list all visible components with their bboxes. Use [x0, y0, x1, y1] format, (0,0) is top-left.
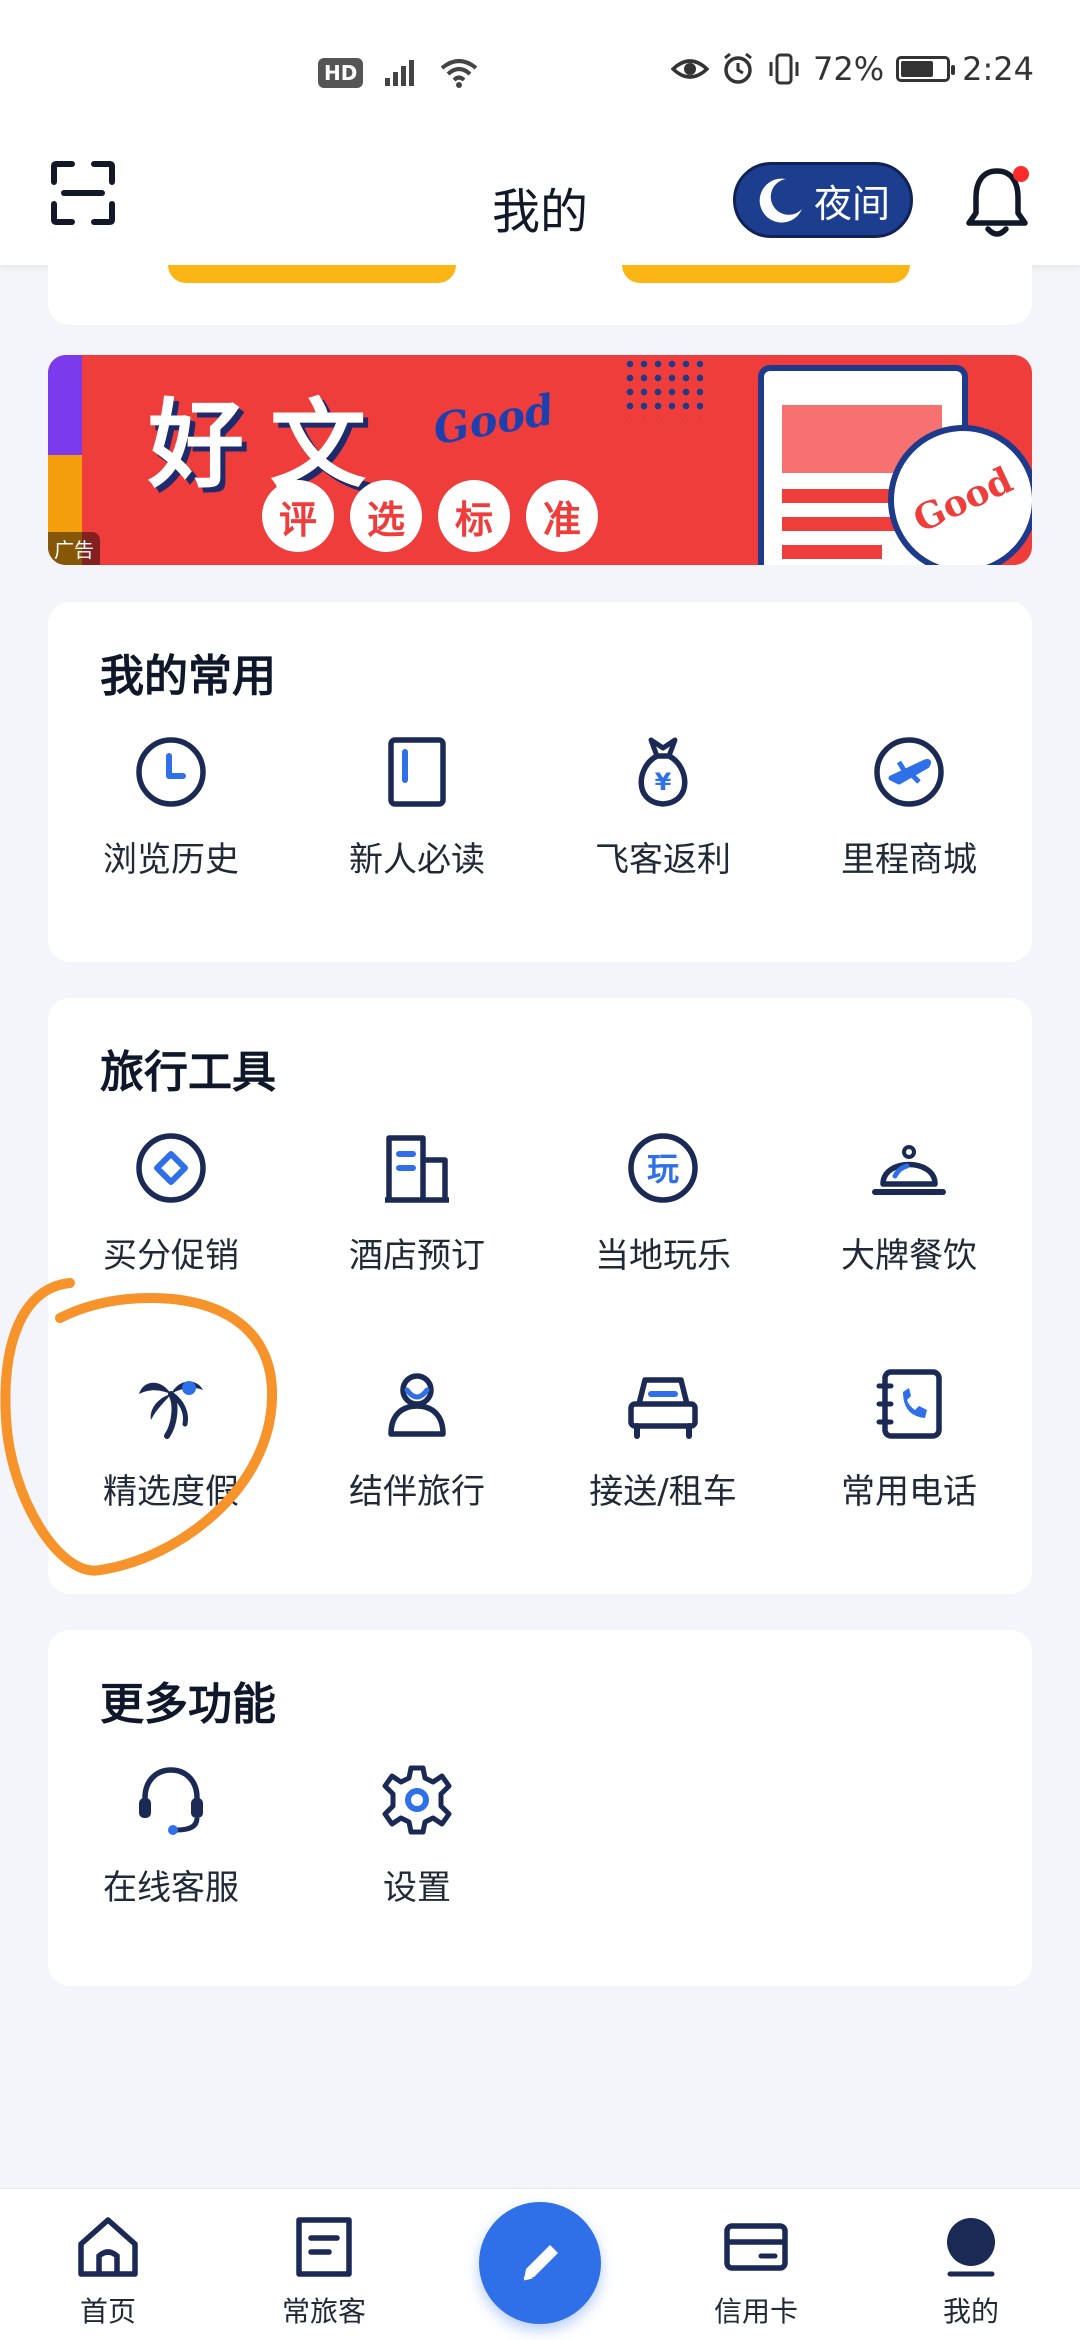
- grid-item-settings[interactable]: 设置: [294, 1760, 540, 1909]
- plane-icon: [874, 737, 944, 807]
- grid-item-rebate[interactable]: ¥ 飞客返利: [540, 732, 786, 881]
- palm-tree-icon: [139, 1381, 203, 1439]
- grid-item-label: 接送/租车: [589, 1472, 737, 1512]
- moon-icon: [759, 178, 802, 223]
- banner-chip: 选: [350, 480, 422, 552]
- svg-text:¥: ¥: [655, 768, 672, 796]
- banner-good-text: Good: [429, 384, 558, 455]
- companions-icon: [388, 1373, 446, 1437]
- credit-card-icon: [724, 2223, 788, 2271]
- grid-item-buy-points[interactable]: 买分促销: [48, 1128, 294, 1277]
- banner-chip: 评: [262, 480, 334, 552]
- common-functions-card: 我的常用 浏览历史 新人必读 ¥ 飞客返利 里程商城: [48, 602, 1032, 962]
- grid-item-label: 大牌餐饮: [841, 1236, 977, 1276]
- travel-tools-card: 旅行工具 买分促销 酒店预订 玩 当地玩乐 大牌餐饮 精选度假 结伴旅行 接送/…: [48, 998, 1032, 1594]
- play-icon: 玩: [628, 1133, 698, 1203]
- hotel-icon: [385, 1135, 449, 1203]
- grid-item-label: 酒店预订: [349, 1236, 485, 1276]
- more-functions-title: 更多功能: [100, 1679, 276, 1730]
- grid-item-mileage-mall[interactable]: 里程商城: [786, 732, 1032, 881]
- top-card-button-left[interactable]: [168, 265, 456, 283]
- grid-item-transfer-car-rental[interactable]: 接送/租车: [540, 1364, 786, 1513]
- banner-chip: 准: [526, 480, 598, 552]
- diamond-icon: [136, 1133, 206, 1203]
- notification-dot: [1013, 166, 1029, 182]
- headset-icon: [139, 1767, 203, 1835]
- alarm-icon: [724, 52, 752, 84]
- grid-item-label: 买分促销: [103, 1236, 239, 1276]
- grid-item-label: 当地玩乐: [595, 1236, 731, 1276]
- grid-item-local-fun[interactable]: 玩 当地玩乐: [540, 1128, 786, 1277]
- battery-percent: 72%: [813, 50, 885, 88]
- home-icon: [78, 2217, 138, 2277]
- gear-icon: [382, 1765, 452, 1835]
- common-functions-title: 我的常用: [100, 651, 276, 702]
- signal-icon: [385, 60, 415, 86]
- hd-badge: HD: [318, 58, 364, 88]
- grid-item-online-service[interactable]: 在线客服: [48, 1760, 294, 1909]
- ad-tag: 广告: [48, 532, 100, 565]
- night-mode-button[interactable]: 夜间: [733, 162, 913, 238]
- wifi-icon: [441, 59, 478, 88]
- promo-banner[interactable]: 好文 Good 评 选 标 准 Good 广告: [48, 355, 1032, 565]
- eye-icon: [671, 59, 710, 79]
- travel-tools-title: 旅行工具: [100, 1047, 276, 1098]
- compose-post-button[interactable]: [479, 2202, 601, 2324]
- grid-item-label: 浏览历史: [103, 840, 239, 880]
- clock-time: 2:24: [962, 50, 1034, 88]
- nav-label: 首页: [79, 2295, 136, 2328]
- vibrate-icon: [769, 53, 799, 85]
- grid-item-dining[interactable]: 大牌餐饮: [786, 1128, 1032, 1277]
- phone-book-icon: [876, 1369, 942, 1439]
- grid-item-label: 常用电话: [841, 1472, 977, 1512]
- night-mode-label: 夜间: [813, 181, 890, 226]
- grid-item-label: 结伴旅行: [349, 1472, 485, 1512]
- profile-icon: [947, 2218, 995, 2277]
- grid-item-companion-travel[interactable]: 结伴旅行: [294, 1364, 540, 1513]
- nav-label: 信用卡: [713, 2295, 798, 2328]
- page-title: 我的: [491, 184, 588, 240]
- grid-item-label: 在线客服: [103, 1868, 239, 1908]
- top-card-button-right[interactable]: [622, 265, 910, 283]
- grid-item-vacation[interactable]: 精选度假: [48, 1364, 294, 1513]
- grid-item-browse-history[interactable]: 浏览历史: [48, 732, 294, 881]
- car-icon: [628, 1377, 698, 1439]
- grid-item-common-phones[interactable]: 常用电话: [786, 1364, 1032, 1513]
- nav-label: 常旅客: [281, 2295, 366, 2328]
- banner-dots-decoration: [623, 357, 703, 417]
- banner-chip: 标: [438, 480, 510, 552]
- notification-button[interactable]: [962, 163, 1032, 239]
- grid-item-label: 设置: [383, 1868, 451, 1908]
- pen-icon: [523, 2245, 558, 2281]
- nav-frequent-flyer[interactable]: 常旅客: [249, 2212, 399, 2330]
- grid-item-label: 新人必读: [349, 840, 485, 880]
- money-bag-icon: ¥: [638, 737, 688, 807]
- grid-item-hotel-booking[interactable]: 酒店预订: [294, 1128, 540, 1277]
- play-glyph: 玩: [647, 1150, 679, 1188]
- grid-item-label: 精选度假: [103, 1472, 239, 1512]
- nav-profile[interactable]: 我的: [896, 2212, 1046, 2330]
- grid-item-label: 飞客返利: [595, 840, 731, 880]
- grid-item-newbie-guide[interactable]: 新人必读: [294, 732, 540, 881]
- clock-icon: [136, 737, 206, 807]
- more-functions-card: 更多功能 在线客服 设置: [48, 1630, 1032, 1986]
- nav-home[interactable]: 首页: [33, 2212, 183, 2330]
- banner-chips: 评 选 标 准: [262, 480, 598, 552]
- nav-credit-card[interactable]: 信用卡: [681, 2212, 831, 2330]
- frequent-flyer-icon: [296, 2217, 352, 2277]
- battery-fill: [901, 61, 933, 77]
- cloche-icon: [872, 1145, 946, 1195]
- battery-icon: [896, 56, 956, 82]
- nav-label: 我的: [942, 2295, 999, 2328]
- status-bar: HD 72% 2:24: [0, 0, 1080, 150]
- grid-item-label: 里程商城: [841, 840, 977, 880]
- book-icon: [388, 737, 446, 807]
